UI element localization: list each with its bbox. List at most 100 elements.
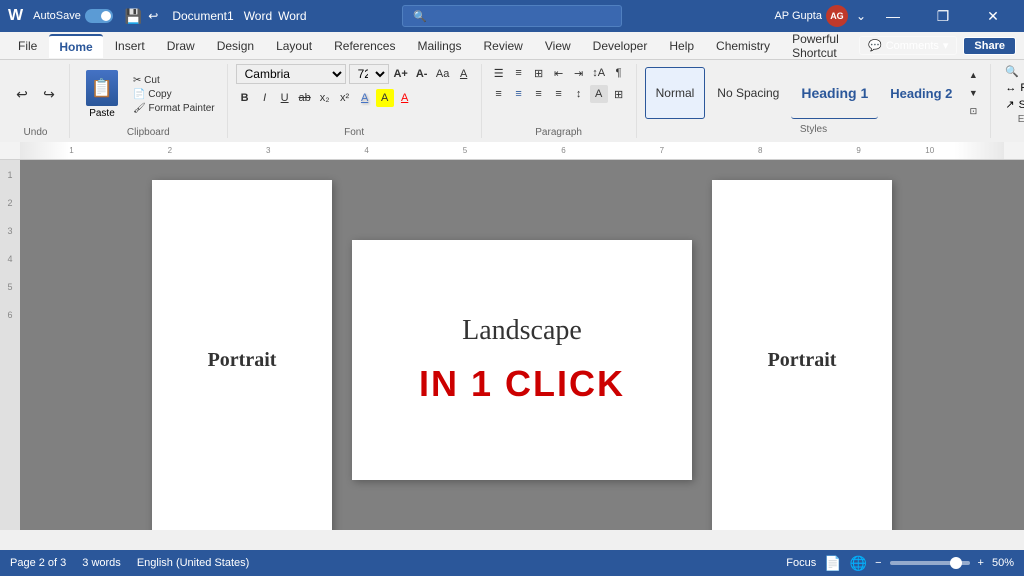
bullets-button[interactable]: ☰ [490,64,508,82]
zoom-thumb [950,557,962,569]
language: English (United States) [137,557,250,569]
status-bar: Page 2 of 3 3 words English (United Stat… [0,550,1024,576]
style-no-spacing[interactable]: No Spacing [707,67,789,119]
decrease-indent-button[interactable]: ⇤ [550,64,568,82]
ribbon-display-options[interactable]: ⌄ [856,9,866,23]
tab-help[interactable]: Help [659,35,704,57]
view-web[interactable]: 🌐 [850,555,867,572]
user-name: AP Gupta [774,10,822,22]
font-format-row: B I U ab x₂ x² A A A [236,89,473,107]
font-color-button[interactable]: A [396,89,414,107]
styles-scroll-down[interactable]: ▼ [964,84,982,102]
select-icon: ↗ [1005,98,1014,111]
line-spacing-button[interactable]: ↕ [570,85,588,103]
tab-layout[interactable]: Layout [266,35,322,57]
select-button[interactable]: ↗ Select ▾ [999,97,1024,112]
tab-view[interactable]: View [535,35,581,57]
format-painter-button[interactable]: 🖌 Format Painter [129,102,219,115]
decrease-font-button[interactable]: A- [413,65,431,83]
close-button[interactable]: ✕ [970,0,1016,32]
tab-mailings[interactable]: Mailings [407,35,471,57]
highlight-button[interactable]: A [376,89,394,107]
app-name: Word [244,9,272,23]
tab-insert[interactable]: Insert [105,35,155,57]
undo-button[interactable]: ↩ [10,83,34,107]
styles-scroll-up[interactable]: ▲ [964,66,982,84]
font-family-select[interactable]: Cambria [236,64,346,84]
align-left-button[interactable]: ≡ [490,85,508,103]
editing-group-label: Editing [999,114,1024,125]
left-portrait-page[interactable]: Portrait [152,180,332,530]
tab-references[interactable]: References [324,35,405,57]
tab-home[interactable]: Home [49,34,102,58]
tab-design[interactable]: Design [207,35,264,57]
text-effects-button[interactable]: A [356,89,374,107]
multilevel-list-button[interactable]: ⊞ [530,64,548,82]
undo-group-label: Undo [10,127,61,138]
justify-button[interactable]: ≡ [550,85,568,103]
show-formatting-button[interactable]: ¶ [610,64,628,82]
bold-button[interactable]: B [236,89,254,107]
underline-button[interactable]: U [276,89,294,107]
subscript-button[interactable]: x₂ [316,89,334,107]
zoom-slider[interactable] [890,561,970,565]
minimize-button[interactable]: — [870,0,916,32]
search-box[interactable]: 🔍 [402,5,622,27]
quick-access-save[interactable]: 💾 [125,8,142,25]
focus-label[interactable]: Focus [786,557,816,569]
view-print-layout[interactable]: 📄 [824,555,841,572]
clear-format-button[interactable]: A [455,65,473,83]
change-case-button[interactable]: Aa [434,65,452,83]
ribbon-group-styles: Normal No Spacing Heading 1 Heading 2 ▲ … [641,64,992,138]
numbering-button[interactable]: ≡ [510,64,528,82]
style-normal[interactable]: Normal [645,67,706,119]
cut-button[interactable]: ✂ Cut [129,74,219,87]
copy-button[interactable]: 📄 Copy [129,88,219,101]
zoom-out-button[interactable]: − [875,557,881,569]
tab-review[interactable]: Review [474,35,533,57]
paragraph-row2: ≡ ≡ ≡ ≡ ↕ A ⊞ [490,85,628,103]
landscape-page[interactable]: Landscape IN 1 CLICK [352,240,692,480]
search-icon: 🔍 [413,10,427,23]
tab-powerful-shortcut[interactable]: Powerful Shortcut [782,28,857,64]
align-center-button[interactable]: ≡ [510,85,528,103]
zoom-in-button[interactable]: + [978,557,984,569]
increase-font-button[interactable]: A+ [392,65,410,83]
search-input[interactable] [433,9,593,23]
font-size-select[interactable]: 72 [349,64,389,84]
sort-button[interactable]: ↕A [590,64,608,82]
italic-button[interactable]: I [256,89,274,107]
increase-indent-button[interactable]: ⇥ [570,64,588,82]
ribbon-group-clipboard: 📋 Paste ✂ Cut 📄 Copy 🖌 Format Painter Cl… [74,64,228,138]
strikethrough-button[interactable]: ab [296,89,314,107]
comments-icon: 💬 [868,39,882,52]
autosave-toggle[interactable] [85,9,113,23]
autosave-label: AutoSave [33,10,81,22]
align-right-button[interactable]: ≡ [530,85,548,103]
styles-more[interactable]: ⊡ [964,102,982,120]
tab-developer[interactable]: Developer [583,35,658,57]
find-icon: 🔍 [1005,65,1019,78]
tab-draw[interactable]: Draw [157,35,205,57]
tab-chemistry[interactable]: Chemistry [706,35,780,57]
share-button[interactable]: Share [963,37,1016,55]
borders-button[interactable]: ⊞ [610,85,628,103]
page-info: Page 2 of 3 [10,557,66,569]
restore-button[interactable]: ❐ [920,0,966,32]
shading-button[interactable]: A [590,85,608,103]
font-name-row: Cambria 72 A+ A- Aa A [236,64,473,84]
redo-button[interactable]: ↪ [37,83,61,107]
find-button[interactable]: 🔍 Find ▾ [999,64,1024,79]
comments-button[interactable]: 💬 Comments ▾ [859,36,957,55]
style-heading1[interactable]: Heading 1 [791,67,878,119]
paste-icon: 📋 [86,70,118,106]
superscript-button[interactable]: x² [336,89,354,107]
right-portrait-page[interactable]: Portrait [712,180,892,530]
paste-button[interactable]: 📋 Paste [78,66,126,123]
replace-button[interactable]: ↔ Replace [999,81,1024,95]
tab-file[interactable]: File [8,35,47,57]
style-heading2[interactable]: Heading 2 [880,67,962,119]
quick-access-undo[interactable]: ↩ [148,9,158,23]
ribbon-tabs: File Home Insert Draw Design Layout Refe… [0,32,1024,60]
undo-buttons: ↩ ↪ [10,64,61,125]
